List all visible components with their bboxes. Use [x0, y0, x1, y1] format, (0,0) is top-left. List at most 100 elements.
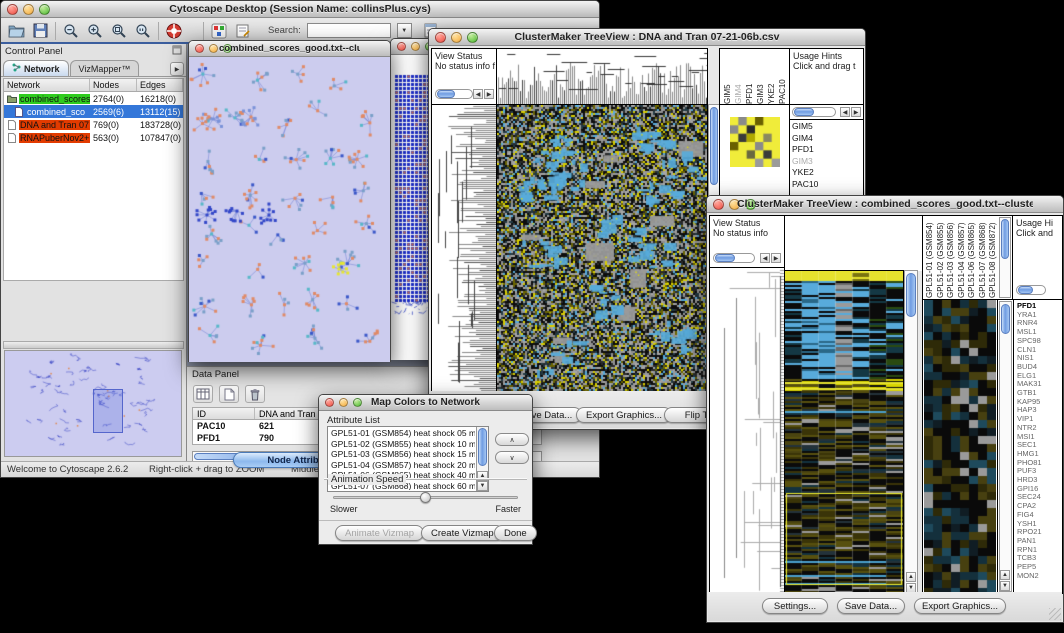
- labels-vscrollbar[interactable]: [999, 217, 1011, 298]
- attribute-item[interactable]: GPL51-04 (GSM857) heat shock 20 min: [329, 460, 475, 471]
- dialog-titlebar[interactable]: Map Colors to Network: [319, 395, 532, 411]
- select-attributes-icon[interactable]: [193, 385, 213, 403]
- vscroll-thumb[interactable]: [478, 428, 487, 466]
- gene-dendrogram-panel[interactable]: [709, 267, 785, 594]
- gene-label[interactable]: GIM4: [790, 133, 863, 145]
- array-label[interactable]: GPL51-03 (GSM856): [946, 217, 957, 298]
- array-label[interactable]: GPL51-08 (GSM872): [988, 217, 999, 298]
- close-icon[interactable]: [397, 42, 406, 51]
- zoom-out-icon[interactable]: [62, 22, 80, 40]
- attribute-item[interactable]: GPL51-03 (GSM856) heat shock 15 min: [329, 449, 475, 460]
- vscroll-thumb[interactable]: [1001, 304, 1010, 334]
- scroll-thumb[interactable]: [1018, 286, 1033, 294]
- overview-viewport-rect[interactable]: [93, 389, 123, 433]
- save-session-icon[interactable]: [31, 22, 49, 40]
- close-icon[interactable]: [325, 398, 334, 407]
- gene-dendrogram-canvas[interactable]: [432, 105, 496, 392]
- gene-dendrogram-panel[interactable]: [431, 104, 497, 393]
- attribute-item[interactable]: GPL51-01 (GSM854) heat shock 05 min: [329, 428, 475, 439]
- new-attribute-icon[interactable]: [219, 385, 239, 403]
- zoom-in-icon[interactable]: [86, 22, 104, 40]
- tab-network[interactable]: Network: [3, 60, 69, 76]
- animation-speed-thumb[interactable]: [420, 492, 431, 503]
- network-view-titlebar[interactable]: combined_scores_good.txt--cluste...: [189, 41, 390, 57]
- array-label[interactable]: GPL51-02 (GSM855): [936, 217, 947, 298]
- annotation-icon[interactable]: [234, 22, 252, 40]
- delete-attribute-icon[interactable]: [245, 385, 265, 403]
- create-vizmap-button[interactable]: Create Vizmap: [421, 525, 504, 541]
- global-heatmap-panel[interactable]: [784, 270, 904, 594]
- array-label[interactable]: YKE2: [767, 49, 778, 104]
- column-dendrogram-canvas[interactable]: [497, 49, 707, 104]
- move-down-button[interactable]: ∨: [495, 451, 529, 464]
- scroll-right-icon[interactable]: ▶: [771, 253, 781, 263]
- tab-overflow-button[interactable]: ▶: [170, 62, 184, 76]
- array-label[interactable]: GPL51-01 (GSM854): [925, 217, 936, 298]
- array-label[interactable]: GPL51-06 (GSM865): [967, 217, 978, 298]
- network-canvas[interactable]: [189, 57, 390, 362]
- array-label[interactable]: PFD1: [745, 49, 756, 104]
- cytoscape-titlebar[interactable]: Cytoscape Desktop (Session Name: collins…: [1, 1, 599, 18]
- scroll-thumb[interactable]: [437, 90, 455, 98]
- scroll-left-icon[interactable]: ◀: [473, 89, 483, 99]
- zoom-fit-icon[interactable]: [110, 22, 128, 40]
- zoom-heatmap-canvas[interactable]: [924, 300, 996, 593]
- scroll-down-icon[interactable]: ▼: [1000, 581, 1010, 591]
- scroll-up-icon[interactable]: ▲: [1000, 570, 1010, 580]
- export-graphics-button[interactable]: Export Graphics...: [576, 407, 672, 423]
- help-lifesaver-icon[interactable]: [165, 22, 183, 40]
- heatmap-vscrollbar[interactable]: ▲ ▼: [904, 270, 918, 594]
- scroll-up-icon[interactable]: ▲: [906, 572, 916, 582]
- panel-splitter[interactable]: [3, 341, 184, 349]
- search-dropdown-button[interactable]: ▼: [397, 23, 412, 38]
- array-label[interactable]: GIM3: [756, 49, 767, 104]
- network-list-header[interactable]: Network Nodes Edges: [4, 79, 183, 92]
- minimize-icon[interactable]: [411, 42, 420, 51]
- array-label[interactable]: GIM4: [734, 49, 745, 104]
- export-graphics-button[interactable]: Export Graphics...: [914, 598, 1006, 614]
- resize-grip[interactable]: [1049, 608, 1061, 620]
- move-up-button[interactable]: ∧: [495, 433, 529, 446]
- treeview-dna-titlebar[interactable]: ClusterMaker TreeView : DNA and Tran 07-…: [429, 29, 865, 46]
- open-session-icon[interactable]: [7, 22, 25, 40]
- vizmapper-icon[interactable]: [210, 22, 228, 40]
- network-overview-panel[interactable]: [4, 350, 182, 457]
- float-panel-icon[interactable]: [172, 45, 182, 58]
- global-heatmap-canvas[interactable]: [497, 105, 707, 392]
- array-label[interactable]: GIM5: [723, 49, 734, 104]
- animation-speed-slider[interactable]: [333, 496, 518, 499]
- search-input[interactable]: [307, 23, 391, 38]
- network-row-selected[interactable]: combined_sco 2569(6) 13112(15): [4, 105, 183, 118]
- scroll-left-icon[interactable]: ◀: [840, 107, 850, 117]
- gene-label[interactable]: MON2: [1015, 572, 1062, 581]
- zoom-actual-icon[interactable]: [134, 22, 152, 40]
- gene-label[interactable]: GIM3: [790, 156, 863, 168]
- gene-label[interactable]: YKE2: [790, 167, 863, 179]
- close-icon[interactable]: [195, 44, 204, 53]
- scroll-thumb[interactable]: [794, 108, 814, 116]
- settings-button[interactable]: Settings...: [762, 598, 828, 614]
- scroll-thumb[interactable]: [715, 254, 735, 262]
- minimize-icon[interactable]: [339, 398, 348, 407]
- labels-hscrollbar[interactable]: [792, 107, 836, 117]
- close-icon[interactable]: [713, 199, 724, 210]
- vscroll-thumb[interactable]: [906, 273, 916, 317]
- labels-vscrollbar[interactable]: ▲ ▼: [999, 301, 1012, 592]
- scroll-right-icon[interactable]: ▶: [851, 107, 861, 117]
- vscroll-thumb[interactable]: [1001, 219, 1009, 259]
- usage-scrollbar[interactable]: [1016, 285, 1046, 295]
- done-button[interactable]: Done: [494, 525, 537, 541]
- animate-vizmap-button[interactable]: Animate Vizmap: [335, 525, 424, 541]
- minimize-icon[interactable]: [209, 44, 218, 53]
- gene-label[interactable]: PFD1: [790, 144, 863, 156]
- column-dendrogram-panel[interactable]: [496, 48, 708, 105]
- global-heatmap-panel[interactable]: [496, 104, 708, 393]
- close-icon[interactable]: [435, 32, 446, 43]
- network-row[interactable]: RNAPuberNov2+ 563(0) 107847(0): [4, 131, 183, 144]
- gene-dendrogram-canvas[interactable]: [710, 268, 784, 593]
- array-label[interactable]: GPL51-04 (GSM857): [957, 217, 968, 298]
- zoom-heatmap-panel[interactable]: [922, 299, 998, 594]
- gene-label[interactable]: PAC10: [790, 179, 863, 191]
- zoom-heatmap-canvas[interactable]: [730, 117, 780, 167]
- global-heatmap-canvas[interactable]: [785, 271, 903, 593]
